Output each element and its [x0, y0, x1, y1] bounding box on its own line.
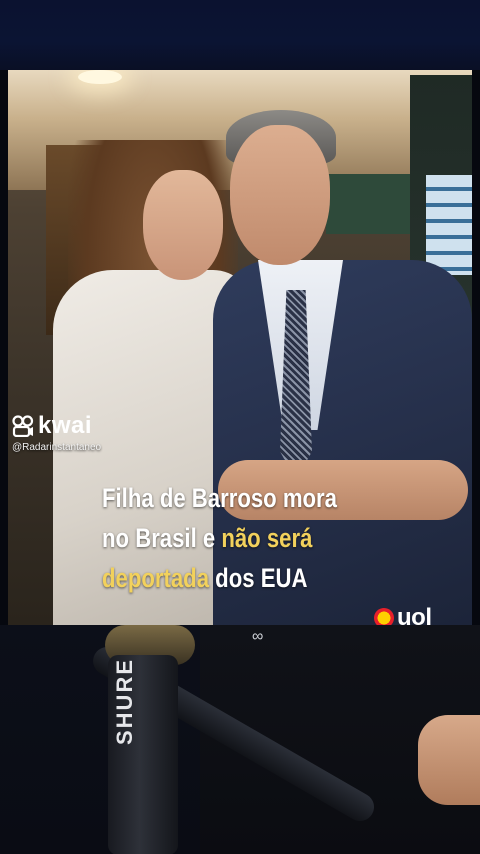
headline-line-2-white: no Brasil e — [102, 523, 222, 553]
headline-line-1: Filha de Barroso mora — [102, 483, 337, 513]
headline-line-3-highlight: deportada — [102, 563, 210, 593]
headline-line-2-highlight: não será — [221, 523, 313, 553]
kwai-brand-text: kwai — [38, 412, 93, 439]
headline-line-3: deportada dos EUA — [102, 558, 348, 598]
mic-brand-label: SHURE — [112, 657, 137, 745]
woman-face — [143, 170, 223, 280]
man-face — [230, 125, 330, 265]
top-background — [0, 0, 480, 70]
books — [426, 175, 472, 275]
ceiling-light — [78, 70, 122, 84]
headline-line-3-white: dos EUA — [209, 563, 308, 593]
infinity-logo-icon: ∞ — [252, 628, 264, 645]
headline-line-2: no Brasil e não será — [102, 518, 348, 558]
host-hand — [418, 715, 480, 805]
headline: Filha de Barroso mora no Brasil e não se… — [102, 478, 348, 598]
bottom-background: ∞ SHURE — [0, 625, 480, 854]
green-wall — [326, 174, 416, 234]
kwai-watermark: kwai — [12, 412, 92, 440]
kwai-logo-icon — [12, 415, 34, 437]
kwai-username: @Radarinstantaneo — [12, 442, 102, 453]
